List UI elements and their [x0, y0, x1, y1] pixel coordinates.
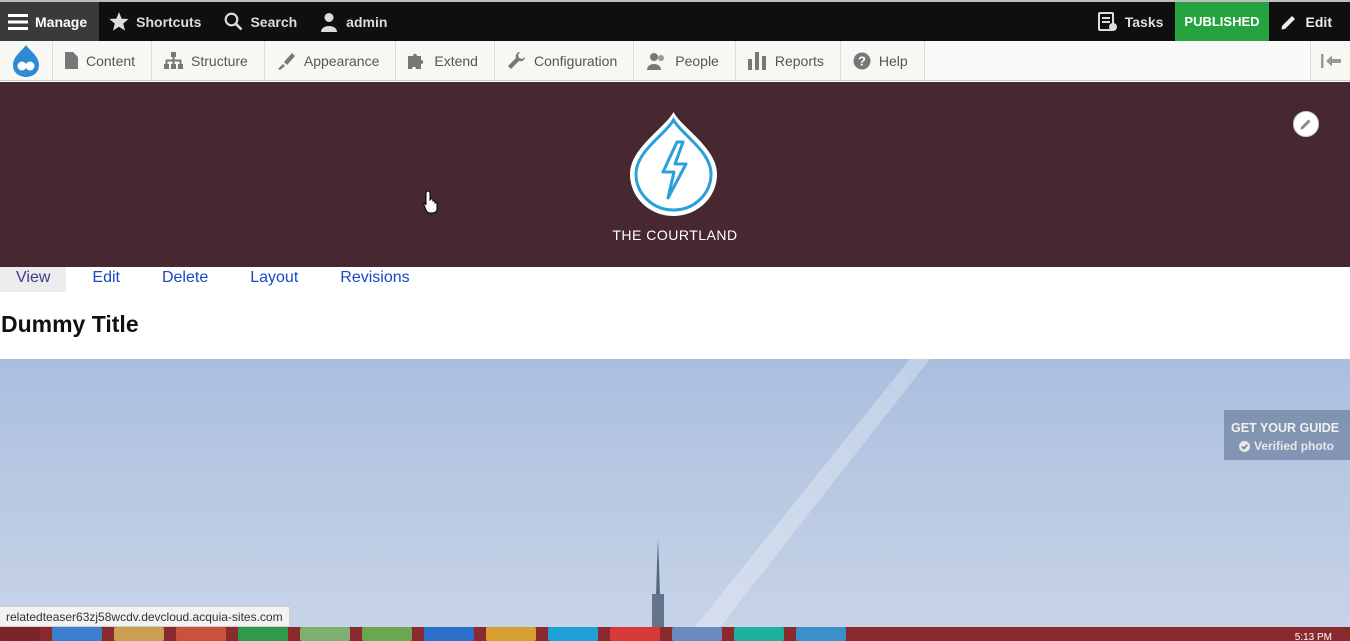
tray-item-label: Help: [878, 52, 908, 69]
tray-item-reports[interactable]: Reports: [736, 41, 841, 80]
drupal-drop-icon: [13, 44, 39, 77]
tray-orientation-toggle[interactable]: [1310, 41, 1350, 80]
file-icon: [65, 52, 78, 69]
search-icon: [223, 12, 243, 32]
tray-item-label: Reports: [774, 52, 824, 69]
start-button[interactable]: [0, 627, 40, 641]
taskbar-app-editor[interactable]: [424, 627, 474, 641]
site-name[interactable]: THE COURTLAND: [0, 227, 1350, 243]
tray-item-label: Extend: [434, 52, 478, 69]
user-label: admin: [346, 13, 388, 30]
user-icon: [319, 12, 339, 32]
sky-photo: [652, 359, 930, 627]
search-button[interactable]: Search: [213, 2, 309, 41]
published-status-badge[interactable]: PUBLISHED: [1175, 2, 1269, 41]
tab-layout[interactable]: Layout: [234, 267, 314, 292]
wrench-icon: [507, 52, 525, 69]
tray-item-extend[interactable]: Extend: [396, 41, 495, 80]
tab-revisions[interactable]: Revisions: [324, 267, 425, 292]
search-label: Search: [250, 13, 298, 30]
site-logo[interactable]: [627, 110, 720, 218]
taskbar-app-browser[interactable]: [52, 627, 102, 641]
tray-item-label: Structure: [191, 52, 248, 69]
svg-text:?: ?: [858, 53, 866, 68]
taskbar-app-notes[interactable]: [300, 627, 350, 641]
pencil-icon: [1300, 119, 1311, 130]
tray-item-label: Appearance: [303, 52, 380, 69]
tasks-label: Tasks: [1124, 13, 1164, 30]
tray-item-structure[interactable]: Structure: [152, 41, 265, 80]
hero-image: GET YOUR GUIDE Verified photo: [0, 359, 1350, 627]
taskbar-app-spreadsheet[interactable]: [238, 627, 288, 641]
local-tasks-tabs: View Edit Delete Layout Revisions: [0, 267, 436, 292]
hamburger-icon: [8, 12, 28, 32]
drupal-logo-button[interactable]: [0, 41, 53, 80]
paintbrush-icon: [277, 52, 295, 70]
shortcuts-button[interactable]: Shortcuts: [99, 2, 213, 41]
edit-mode-button[interactable]: Edit: [1269, 2, 1350, 41]
taskbar-app-office[interactable]: [176, 627, 226, 641]
os-taskbar: 5:13 PM: [0, 627, 1350, 641]
sitemap-icon: [164, 52, 184, 69]
puzzle-icon: [408, 53, 424, 69]
tasks-button[interactable]: Tasks: [1088, 2, 1176, 41]
hand-cursor-icon: [423, 190, 438, 214]
taskbar-app-media[interactable]: [362, 627, 412, 641]
contextual-edit-button[interactable]: [1293, 111, 1319, 137]
taskbar-app-chat[interactable]: [548, 627, 598, 641]
shortcuts-label: Shortcuts: [136, 13, 202, 30]
site-header: THE COURTLAND: [0, 82, 1350, 267]
page: Manage Shortcuts Search admin Tasks PUBL…: [0, 0, 1350, 641]
tray-item-content[interactable]: Content: [53, 41, 153, 80]
tray-item-people[interactable]: People: [634, 41, 736, 80]
badge-title: GET YOUR GUIDE: [1231, 421, 1340, 435]
tray-item-label: People: [675, 52, 719, 69]
edit-label: Edit: [1305, 13, 1332, 30]
tray-item-appearance[interactable]: Appearance: [265, 41, 397, 80]
manage-label: Manage: [35, 13, 88, 30]
taskbar-app-skype[interactable]: [734, 627, 784, 641]
people-icon: [647, 52, 665, 70]
bar-chart-icon: [747, 51, 766, 70]
status-bar-url: relatedteaser63zj58wcdv.devcloud.acquia-…: [0, 606, 290, 627]
user-menu-button[interactable]: admin: [309, 2, 399, 41]
collapse-left-icon: [1320, 53, 1341, 68]
manage-button[interactable]: Manage: [0, 2, 100, 41]
page-title: Dummy Title: [1, 311, 139, 337]
taskbar-app-other[interactable]: [796, 627, 846, 641]
tray-item-label: Configuration: [533, 52, 618, 69]
tray-spacer: [924, 41, 1310, 80]
tray-item-configuration[interactable]: Configuration: [495, 41, 635, 80]
admin-tray: Content Structure Appearance Extend Conf…: [0, 41, 1350, 81]
tasks-icon: [1097, 11, 1118, 32]
pencil-icon: [1279, 12, 1299, 32]
tab-edit[interactable]: Edit: [76, 267, 136, 292]
check-circle-icon: [1239, 440, 1250, 452]
badge-subtitle-text: Verified photo: [1254, 439, 1335, 453]
taskbar-app-explorer[interactable]: [114, 627, 164, 641]
tray-item-label: Content: [86, 52, 136, 69]
badge-subtitle: Verified photo: [1231, 437, 1350, 455]
taskbar-app-tool[interactable]: [486, 627, 536, 641]
taskbar-clock[interactable]: 5:13 PM: [1295, 632, 1332, 641]
star-icon: [109, 12, 129, 32]
get-your-guide-badge: GET YOUR GUIDE Verified photo: [1224, 410, 1350, 460]
tab-delete[interactable]: Delete: [146, 267, 224, 292]
tab-view[interactable]: View: [0, 267, 67, 292]
tray-item-help[interactable]: ? Help: [841, 41, 925, 80]
admin-toolbar: Manage Shortcuts Search admin Tasks PUBL…: [0, 0, 1350, 41]
taskbar-app-window[interactable]: [672, 627, 722, 641]
taskbar-app-chrome[interactable]: [610, 627, 660, 641]
help-icon: ?: [853, 52, 871, 69]
